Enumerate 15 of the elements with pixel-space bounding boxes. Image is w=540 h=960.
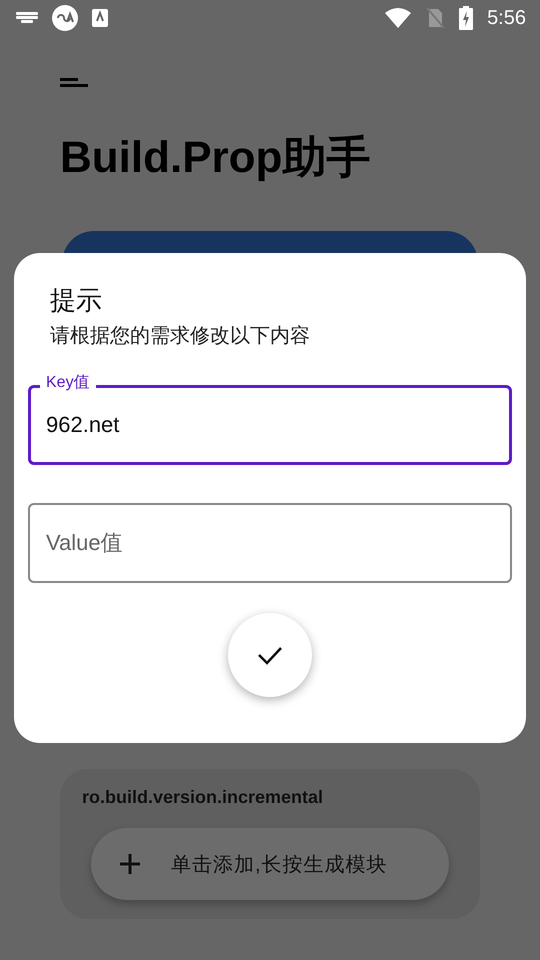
wifi-icon (385, 8, 412, 28)
no-sim-icon (425, 7, 446, 29)
app-title: Build.Prop助手 (60, 132, 372, 184)
add-button[interactable]: 单击添加,长按生成模块 (91, 828, 449, 900)
status-time: 5:56 (487, 6, 526, 30)
notification-icon (92, 9, 108, 27)
plus-icon (119, 853, 141, 875)
battery-charging-icon (459, 6, 474, 30)
app-logo-icon (52, 5, 78, 31)
dialog-title: 提示 (49, 284, 103, 317)
keyboard-icon (16, 12, 38, 24)
check-icon (257, 645, 283, 665)
property-key: ro.build.version.incremental (82, 787, 324, 807)
dialog-message: 请根据您的需求修改以下内容 (49, 324, 311, 349)
menu-icon[interactable] (60, 76, 88, 88)
